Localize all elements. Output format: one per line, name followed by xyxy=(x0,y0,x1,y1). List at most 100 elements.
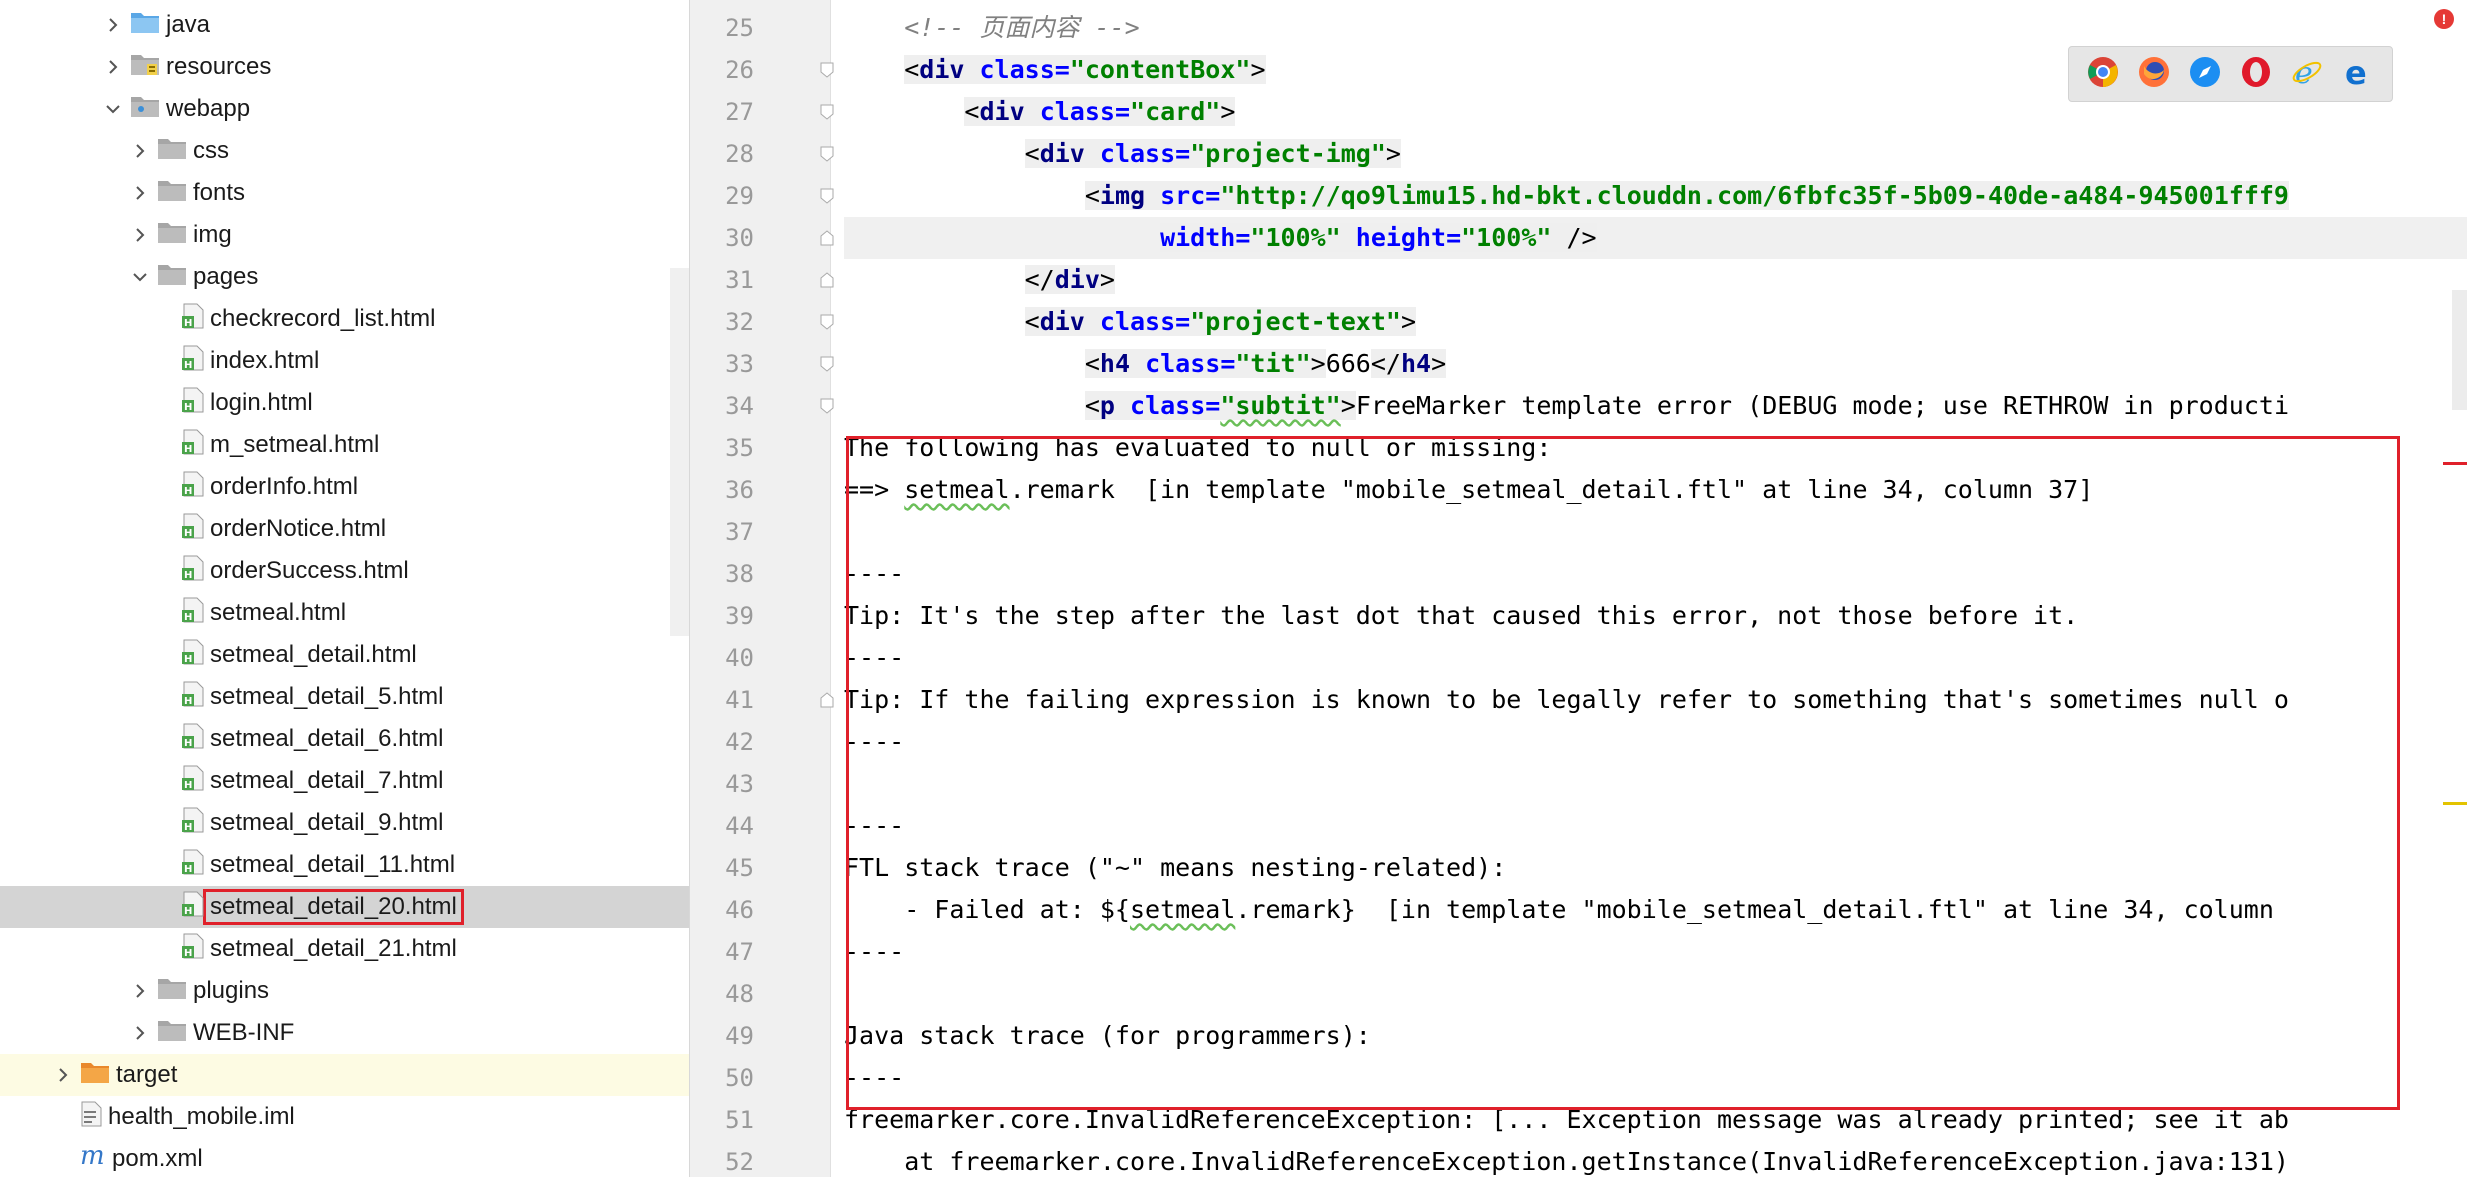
tree-item-setmeal-detail-5-html[interactable]: Hsetmeal_detail_5.html xyxy=(0,676,689,718)
html-file-icon: H xyxy=(182,303,204,336)
chevron-right-icon[interactable] xyxy=(56,1068,70,1082)
firefox-icon[interactable] xyxy=(2138,56,2170,93)
chevron-right-icon[interactable] xyxy=(133,186,147,200)
tree-item-web-inf[interactable]: WEB-INF xyxy=(0,1012,689,1054)
line-number: 51 xyxy=(725,1106,754,1134)
code-line-33: <h4 class="tit">666</h4> xyxy=(1084,349,1447,378)
tree-item-pages[interactable]: pages xyxy=(0,256,689,298)
chrome-icon[interactable] xyxy=(2087,56,2119,93)
chevron-right-icon[interactable] xyxy=(106,18,120,32)
ie-icon[interactable]: e xyxy=(2291,56,2323,93)
tree-item-index-html[interactable]: Hindex.html xyxy=(0,340,689,382)
tree-item-setmeal-detail-11-html[interactable]: Hsetmeal_detail_11.html xyxy=(0,844,689,886)
fold-marker-icon[interactable] xyxy=(820,230,834,246)
code-editor[interactable]: 25 26 27 28 29 30 31 32 33 34 35 36 37 38 39 40 41 42 43 44… xyxy=(690,0,2467,1177)
fold-marker-icon[interactable] xyxy=(820,398,834,414)
code-line-28: <div class="project-img"> xyxy=(1024,139,1401,168)
tree-item-label: css xyxy=(193,137,229,164)
svg-text:H: H xyxy=(184,696,192,707)
line-number: 52 xyxy=(725,1148,754,1176)
code-line-41: Tip: If the failing expression is known … xyxy=(844,685,2289,714)
tree-item-setmeal-detail-9-html[interactable]: Hsetmeal_detail_9.html xyxy=(0,802,689,844)
fold-marker-icon[interactable] xyxy=(820,314,834,330)
tree-item-label: health_mobile.iml xyxy=(108,1103,295,1130)
fold-marker-icon[interactable] xyxy=(820,188,834,204)
tree-item-pom-xml[interactable]: m pom.xml xyxy=(0,1138,689,1177)
line-number: 35 xyxy=(725,434,754,462)
code-line-42: ---- xyxy=(844,727,905,756)
tree-item-fonts[interactable]: fonts xyxy=(0,172,689,214)
svg-text:H: H xyxy=(184,360,192,371)
tree-item-plugins[interactable]: plugins xyxy=(0,970,689,1012)
chevron-right-icon xyxy=(158,564,172,578)
tree-item-checkrecord-list-html[interactable]: Hcheckrecord_list.html xyxy=(0,298,689,340)
chevron-right-icon[interactable] xyxy=(133,984,147,998)
folder-icon xyxy=(157,136,187,167)
fold-marker-icon[interactable] xyxy=(820,272,834,288)
code-line-31: </div> xyxy=(1024,265,1115,294)
tree-item-setmeal-detail-20-html[interactable]: Hsetmeal_detail_20.html xyxy=(0,886,689,928)
tree-item-java[interactable]: java xyxy=(0,4,689,46)
tree-item-resources[interactable]: resources xyxy=(0,46,689,88)
editor-scrollbar[interactable] xyxy=(2452,290,2467,410)
folder-icon xyxy=(157,1018,187,1049)
tree-item-ordersuccess-html[interactable]: HorderSuccess.html xyxy=(0,550,689,592)
svg-text:H: H xyxy=(184,318,192,329)
chevron-right-icon[interactable] xyxy=(133,144,147,158)
tree-item-label: setmeal_detail_9.html xyxy=(210,809,444,836)
project-tree[interactable]: java resources webapp css fonts img pages Hchec… xyxy=(0,0,690,1177)
tree-item-css[interactable]: css xyxy=(0,130,689,172)
safari-icon[interactable] xyxy=(2189,56,2221,93)
opera-icon[interactable] xyxy=(2240,56,2272,93)
chevron-right-icon[interactable] xyxy=(133,1026,147,1040)
warning-stripe-marker[interactable] xyxy=(2443,802,2467,805)
tree-scrollbar[interactable] xyxy=(670,268,689,636)
line-number: 25 xyxy=(725,14,754,42)
html-file-icon: H xyxy=(182,891,204,924)
html-file-icon: H xyxy=(182,933,204,966)
fold-marker-icon[interactable] xyxy=(820,104,834,120)
code-line-50: ---- xyxy=(844,1063,905,1092)
tree-item-login-html[interactable]: Hlogin.html xyxy=(0,382,689,424)
chevron-right-icon[interactable] xyxy=(106,60,120,74)
error-stripe-marker[interactable] xyxy=(2443,462,2467,465)
code-line-26: <div class="contentBox"> xyxy=(904,55,1266,84)
tree-item-target[interactable]: target xyxy=(0,1054,689,1096)
fold-marker-icon[interactable] xyxy=(820,62,834,78)
tree-item-webapp[interactable]: webapp xyxy=(0,88,689,130)
tree-item-setmeal-detail-6-html[interactable]: Hsetmeal_detail_6.html xyxy=(0,718,689,760)
tree-item-setmeal-detail-html[interactable]: Hsetmeal_detail.html xyxy=(0,634,689,676)
tree-item-label: index.html xyxy=(210,347,320,374)
chevron-right-icon xyxy=(158,312,172,326)
tree-item-label: img xyxy=(193,221,232,248)
svg-text:H: H xyxy=(184,906,192,917)
chevron-down-icon[interactable] xyxy=(106,102,120,116)
tree-item-setmeal-detail-7-html[interactable]: Hsetmeal_detail_7.html xyxy=(0,760,689,802)
chevron-right-icon xyxy=(158,732,172,746)
chevron-right-icon[interactable] xyxy=(133,228,147,242)
edge-icon[interactable]: e xyxy=(2342,56,2374,93)
chevron-down-icon[interactable] xyxy=(133,270,147,284)
svg-text:H: H xyxy=(184,444,192,455)
line-number: 38 xyxy=(725,560,754,588)
tree-item-label: login.html xyxy=(210,389,313,416)
tree-item-ordernotice-html[interactable]: HorderNotice.html xyxy=(0,508,689,550)
code-area[interactable]: <!-- 页面内容 --> <div class="contentBox"> <… xyxy=(844,0,2467,1177)
fold-marker-icon[interactable] xyxy=(820,356,834,372)
tree-item-setmeal-html[interactable]: Hsetmeal.html xyxy=(0,592,689,634)
tree-item-label: setmeal_detail.html xyxy=(210,641,417,668)
line-number: 33 xyxy=(725,350,754,378)
fold-marker-icon[interactable] xyxy=(820,146,834,162)
notification-badge[interactable]: ! xyxy=(2434,9,2454,29)
tree-item-setmeal-detail-21-html[interactable]: Hsetmeal_detail_21.html xyxy=(0,928,689,970)
html-file-icon: H xyxy=(182,639,204,672)
chevron-right-icon xyxy=(158,354,172,368)
svg-text:H: H xyxy=(184,780,192,791)
fold-marker-icon[interactable] xyxy=(820,692,834,708)
tree-item-health-mobile-iml[interactable]: health_mobile.iml xyxy=(0,1096,689,1138)
html-file-icon: H xyxy=(182,513,204,546)
tree-item-m-setmeal-html[interactable]: Hm_setmeal.html xyxy=(0,424,689,466)
tree-item-orderinfo-html[interactable]: HorderInfo.html xyxy=(0,466,689,508)
line-number: 36 xyxy=(725,476,754,504)
tree-item-img[interactable]: img xyxy=(0,214,689,256)
